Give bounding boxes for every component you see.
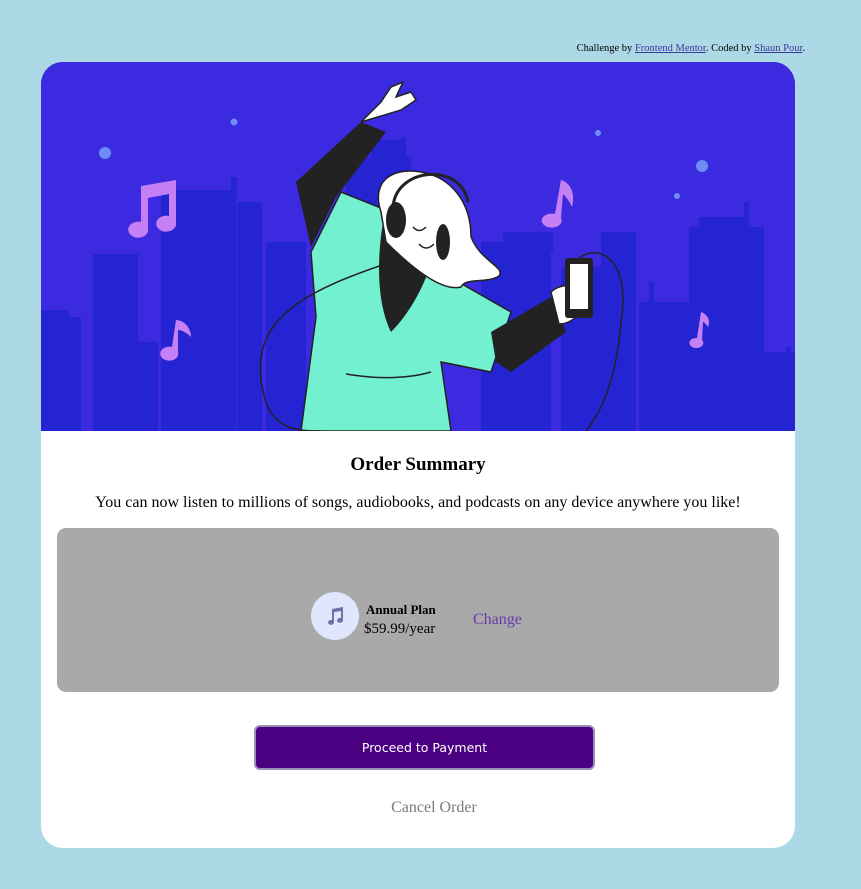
attribution-suffix: . bbox=[802, 43, 805, 54]
attribution: Challenge by Frontend Mentor. Coded by S… bbox=[577, 43, 805, 54]
author-link[interactable]: Shaun Pour bbox=[754, 43, 802, 54]
plan-description: You can now listen to millions of songs,… bbox=[95, 494, 741, 511]
plan-price: $59.99/year bbox=[364, 621, 436, 637]
order-summary-card: Order Summary You can now listen to mill… bbox=[41, 62, 795, 848]
attribution-prefix: Challenge by bbox=[576, 43, 635, 54]
hero-illustration bbox=[41, 62, 795, 431]
plan-summary: Annual Plan $59.99/year Change bbox=[57, 528, 779, 692]
change-plan-link[interactable]: Change bbox=[473, 611, 522, 629]
frontend-mentor-link[interactable]: Frontend Mentor bbox=[635, 43, 706, 54]
attribution-middle: . Coded by bbox=[705, 43, 755, 54]
page-title: Order Summary bbox=[350, 454, 486, 475]
music-note-icon bbox=[311, 592, 359, 640]
proceed-to-payment-button[interactable]: Proceed to Payment bbox=[254, 725, 595, 770]
cancel-order-button[interactable]: Cancel Order bbox=[41, 799, 795, 817]
plan-name: Annual Plan bbox=[366, 602, 436, 617]
